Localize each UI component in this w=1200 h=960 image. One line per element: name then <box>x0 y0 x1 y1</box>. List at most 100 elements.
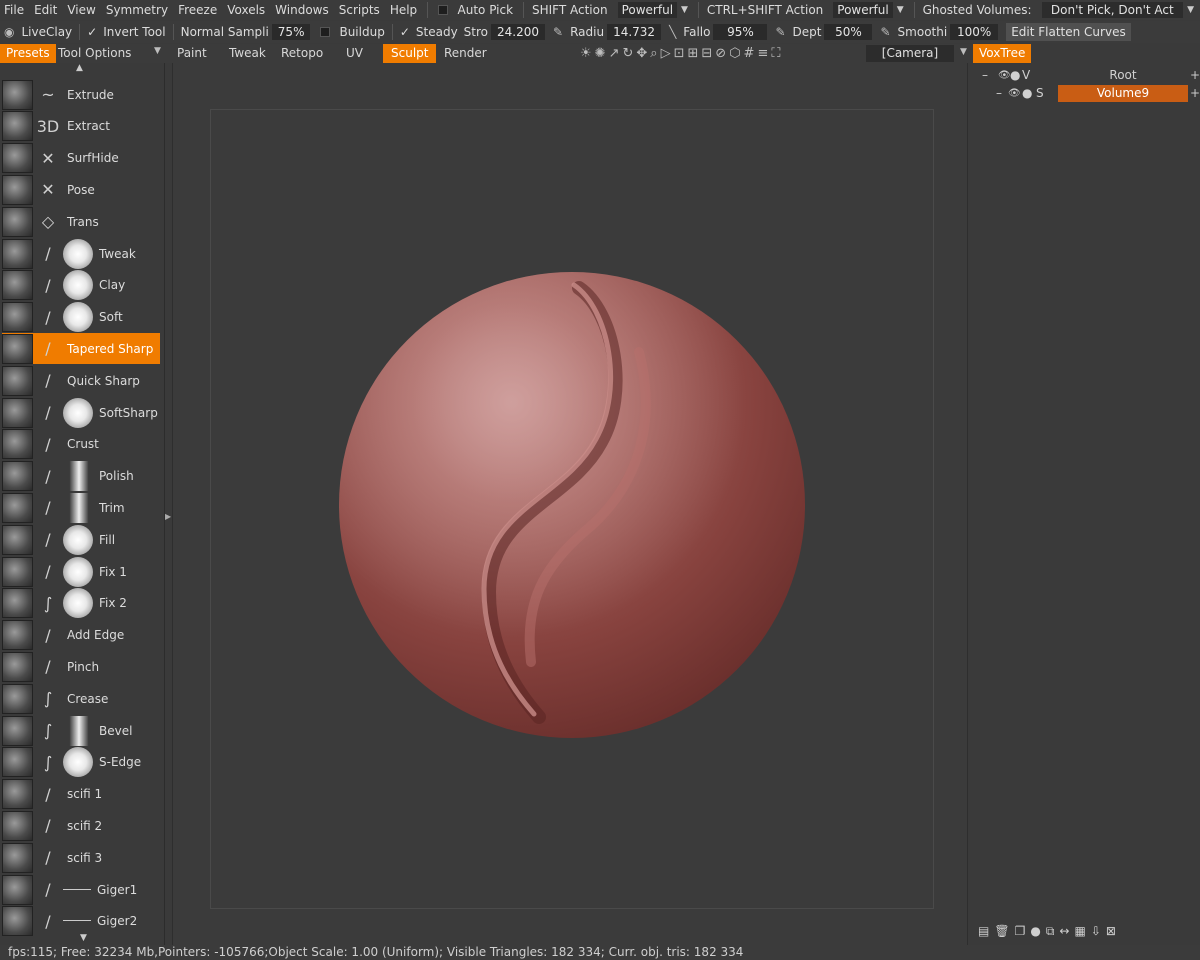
pick-icon[interactable]: ↗ <box>609 46 620 61</box>
eye-icon[interactable]: 👁 <box>1008 88 1021 99</box>
shading-ball-icon[interactable]: ● <box>1022 86 1032 100</box>
brush-icon[interactable]: ╲ <box>669 25 676 39</box>
sampling-value-field[interactable]: 75% <box>271 24 311 40</box>
menu-symmetry[interactable]: Symmetry <box>102 3 174 17</box>
preset-item[interactable]: / scifi 2 <box>2 810 160 841</box>
move-icon[interactable]: ↔ <box>1059 924 1069 939</box>
ghosted-volumes-dropdown[interactable]: Don't Pick, Don't Act <box>1041 2 1184 18</box>
add-volume-icon[interactable]: + <box>1190 68 1200 82</box>
shading-ball-icon[interactable]: ● <box>1010 68 1020 82</box>
cube-icon[interactable]: ⬡ <box>729 46 740 61</box>
eye-icon[interactable]: 👁 <box>998 70 1011 81</box>
tab-tweak[interactable]: Tweak <box>229 44 266 63</box>
invert-tool-toggle[interactable]: Invert Tool <box>100 25 168 39</box>
sliders-icon[interactable]: ≡ <box>757 46 768 61</box>
trash-icon[interactable]: 🗑 <box>994 924 1009 939</box>
checkmark-icon[interactable]: ✓ <box>397 25 413 39</box>
add-volume-icon[interactable]: + <box>1190 86 1200 100</box>
fit-all-icon[interactable]: ⊡ <box>674 46 685 61</box>
preset-item[interactable]: / Add Edge <box>2 620 160 651</box>
falloff-value-field[interactable]: 95% <box>713 24 768 40</box>
menu-scripts[interactable]: Scripts <box>335 3 386 17</box>
preset-item[interactable]: / Fill <box>2 524 160 555</box>
preset-item[interactable]: 3D Extract <box>2 111 160 142</box>
viewport[interactable] <box>172 63 968 945</box>
menu-file[interactable]: File <box>0 3 30 17</box>
preset-item[interactable]: ✕ Pose <box>2 174 160 205</box>
clone-icon[interactable]: ❐ <box>1015 924 1026 939</box>
preset-item[interactable]: / Giger1 <box>2 874 160 905</box>
chevron-down-icon[interactable]: ▼ <box>1187 5 1194 15</box>
tab-render[interactable]: Render <box>444 44 487 63</box>
preset-item[interactable]: / Crust <box>2 429 160 460</box>
tab-tool-options[interactable]: Tool Options <box>52 44 137 63</box>
menu-freeze[interactable]: Freeze <box>174 3 223 17</box>
auto-pick-checkbox[interactable] <box>438 5 448 15</box>
edit-flatten-curves-button[interactable]: Edit Flatten Curves <box>1006 23 1131 41</box>
preset-item[interactable]: / SoftSharp <box>2 397 160 428</box>
move-icon[interactable]: ✥ <box>636 46 647 61</box>
checkmark-icon[interactable]: ✓ <box>84 25 100 39</box>
new-layer-icon[interactable]: ▤ <box>978 924 989 939</box>
preset-item[interactable]: / Trim <box>2 492 160 523</box>
preset-item[interactable]: ∫ S-Edge <box>2 747 160 778</box>
preset-item[interactable]: ∫ Bevel <box>2 715 160 746</box>
depth-value-field[interactable]: 50% <box>824 24 873 40</box>
preset-item[interactable]: ✕ SurfHide <box>2 143 160 174</box>
merge-icon[interactable]: ⧉ <box>1046 924 1055 939</box>
symmetry-icon[interactable]: ⊠ <box>1106 924 1116 939</box>
volume-name[interactable]: Root <box>1058 67 1188 84</box>
no-icon[interactable]: ⊘ <box>715 46 726 61</box>
tab-presets[interactable]: Presets <box>0 44 56 63</box>
pen-pressure-icon[interactable]: ✎ <box>880 25 890 39</box>
collapse-icon[interactable]: – <box>996 86 1002 100</box>
preset-item[interactable]: / Clay <box>2 270 160 301</box>
tab-voxtree[interactable]: VoxTree <box>973 44 1032 63</box>
sampling-mode-label[interactable]: Normal Sampli <box>178 25 272 39</box>
steady-stroke-label[interactable]: Steady <box>413 25 461 39</box>
voxtree-row-root[interactable]: – 👁 ● V Root + <box>978 66 1200 84</box>
play-icon[interactable]: ▷ <box>661 46 671 61</box>
grid-icon[interactable]: ▦ <box>1074 924 1085 939</box>
ctrl-shift-action-dropdown[interactable]: Powerful <box>833 2 893 18</box>
voxtree-row-volume[interactable]: – 👁 ● S Volume9 + <box>978 84 1200 102</box>
buildup-checkbox[interactable] <box>320 27 331 37</box>
panel-menu-icon[interactable]: ▼ <box>154 46 161 56</box>
sphere-icon[interactable]: ● <box>1030 924 1040 939</box>
panel-collapse-icon[interactable]: ▶ <box>165 512 171 521</box>
tab-sculpt[interactable]: Sculpt <box>383 44 437 63</box>
shift-action-dropdown[interactable]: Powerful <box>617 2 678 18</box>
menu-help[interactable]: Help <box>386 3 423 17</box>
preset-item[interactable]: / scifi 3 <box>2 842 160 873</box>
import-icon[interactable]: ⇩ <box>1091 924 1101 939</box>
sculpt-object[interactable] <box>339 272 805 738</box>
volume-name[interactable]: Volume9 <box>1058 84 1188 102</box>
preset-item[interactable]: / Pinch <box>2 651 160 682</box>
perspective-icon[interactable]: ⊟ <box>701 46 712 61</box>
chevron-down-icon[interactable]: ▼ <box>960 47 967 57</box>
preset-item[interactable]: / Tapered Sharp <box>2 333 160 365</box>
smoothing-value-field[interactable]: 100% <box>950 24 999 40</box>
sun-icon[interactable]: ☀ <box>580 46 592 61</box>
tab-uv[interactable]: UV <box>346 44 363 63</box>
fit-selection-icon[interactable]: ⊞ <box>687 46 698 61</box>
preset-item[interactable]: / Quick Sharp <box>2 365 160 396</box>
preset-item[interactable]: / scifi 1 <box>2 779 160 810</box>
scroll-up-icon[interactable]: ▲ <box>76 63 83 73</box>
preset-item[interactable]: / Fix 1 <box>2 556 160 587</box>
preset-item[interactable]: ∫ Crease <box>2 683 160 714</box>
preset-item[interactable]: / Tweak <box>2 238 160 269</box>
menu-view[interactable]: View <box>63 3 101 17</box>
preset-item[interactable]: / Polish <box>2 461 160 492</box>
zoom-icon[interactable]: ⌕ <box>650 46 657 61</box>
chevron-down-icon[interactable]: ▼ <box>681 5 688 15</box>
preset-item[interactable]: / Soft <box>2 302 160 333</box>
preset-item[interactable]: ∫ Fix 2 <box>2 588 160 619</box>
radius-value-field[interactable]: 14.732 <box>607 24 662 40</box>
chevron-down-icon[interactable]: ▼ <box>897 5 904 15</box>
tab-paint[interactable]: Paint <box>177 44 207 63</box>
frame-icon[interactable]: ⛶ <box>771 46 780 61</box>
menu-windows[interactable]: Windows <box>271 3 335 17</box>
collapse-icon[interactable]: – <box>982 68 988 82</box>
tab-retopo[interactable]: Retopo <box>281 44 323 63</box>
